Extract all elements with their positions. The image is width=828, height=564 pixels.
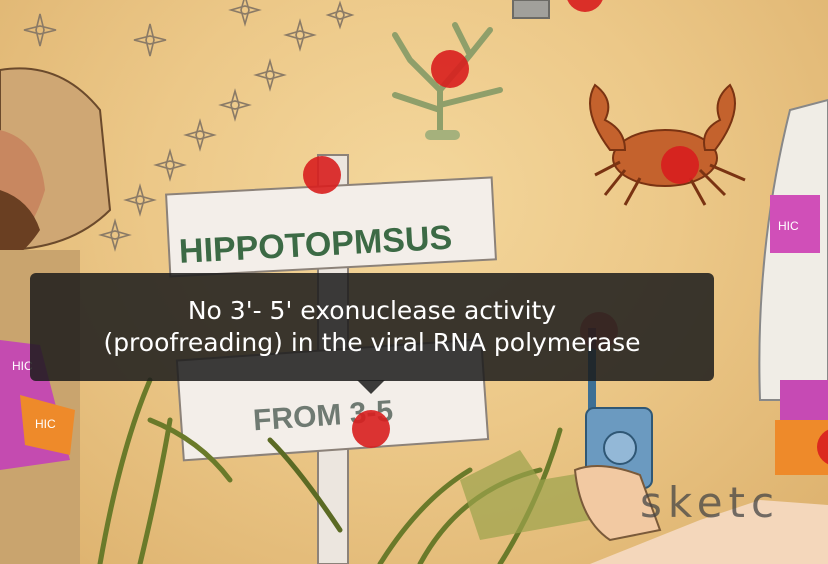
scene-canvas: HIPPOTOPMSUS FROM 3-5 HIC HIC HIC sketc … — [0, 0, 828, 564]
crab-illustration — [589, 83, 746, 206]
hotspot-sign-bottom[interactable] — [352, 410, 390, 448]
hotspot-sign-top[interactable] — [303, 156, 341, 194]
hotspot-coral[interactable] — [431, 50, 469, 88]
explorer-right-illustration — [758, 98, 828, 475]
tooltip-line-2: (proofreading) in the viral RNA polymera… — [103, 328, 641, 357]
box-label-2: HIC — [35, 417, 56, 431]
info-tooltip: No 3'- 5' exonuclease activity (proofrea… — [30, 273, 714, 381]
tooltip-pointer — [357, 380, 385, 394]
watermark: sketc — [640, 478, 781, 527]
hotspot-crab[interactable] — [661, 146, 699, 184]
tooltip-line-1: No 3'- 5' exonuclease activity — [187, 296, 557, 325]
box-label-3: HIC — [778, 219, 799, 233]
top-box-illustration — [512, 0, 550, 19]
